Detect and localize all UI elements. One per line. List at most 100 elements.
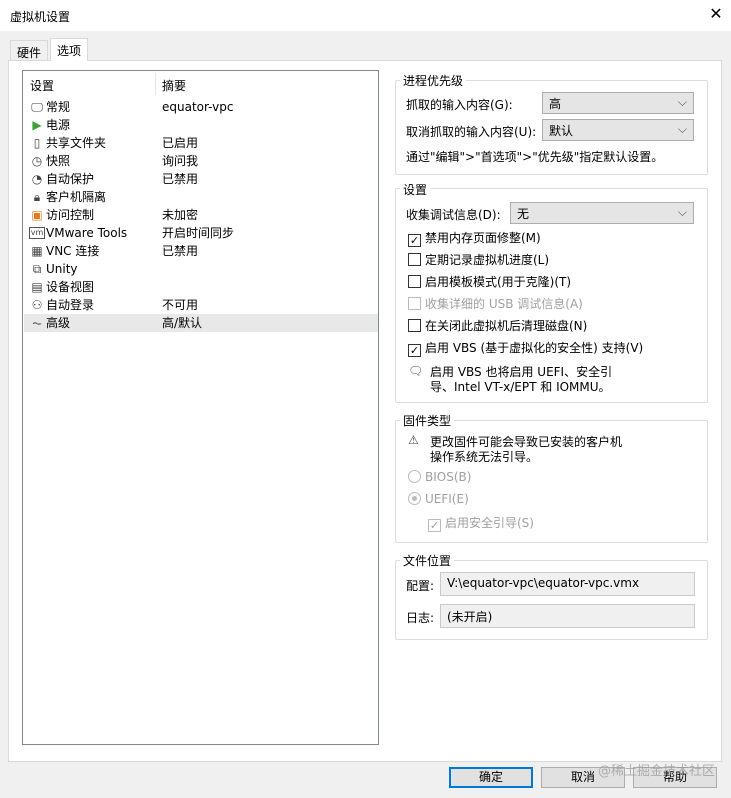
firmware-warning-line2: 操作系统无法引导。: [430, 450, 539, 464]
item-name: 高级: [46, 316, 71, 330]
log-path-field[interactable]: (未开启): [440, 604, 695, 628]
header-settings[interactable]: 设置: [30, 77, 54, 94]
checkbox-icon: [408, 319, 421, 332]
title-bar: 虚拟机设置 ✕: [0, 0, 731, 31]
item-summary: 未加密: [162, 208, 199, 222]
user-key-icon: ⚇: [31, 298, 43, 312]
checkbox-icon: [408, 253, 421, 266]
list-item[interactable]: ▣ 访问控制 未加密: [24, 206, 378, 224]
checkbox-label: 在关闭此虚拟机后清理磁盘(N): [425, 319, 588, 333]
lock-icon: 🔒︎: [33, 190, 41, 204]
list-item[interactable]: 🔒︎ 客户机隔离: [24, 188, 378, 206]
checkbox-icon: ✓: [408, 234, 421, 247]
item-name: 电源: [46, 118, 71, 132]
list-item[interactable]: ◷ 快照 询问我: [24, 152, 378, 170]
grab-label: 抓取的输入内容(G):: [406, 98, 513, 112]
monitor-icon: 🖵: [31, 100, 43, 114]
unity-icon: ⧉: [32, 262, 42, 276]
snapshot-icon: ◷: [31, 154, 43, 168]
chevron-down-icon: ⌵: [677, 95, 687, 109]
list-item[interactable]: ◔ 自动保护 已禁用: [24, 170, 378, 188]
item-summary: 已禁用: [162, 244, 199, 258]
item-summary: 询问我: [162, 154, 199, 168]
item-name: 自动登录: [46, 298, 95, 312]
setting-checkbox[interactable]: ✓ 禁用内存页面修整(M): [408, 229, 541, 247]
item-name: 访问控制: [46, 208, 95, 222]
bios-radio[interactable]: BIOS(B): [408, 468, 471, 486]
item-name: 自动保护: [46, 172, 95, 186]
vbs-info-line2: 导、Intel VT-x/EPT 和 IOMMU。: [430, 380, 611, 394]
item-name: VNC 连接: [46, 244, 100, 258]
chevron-down-icon: ⌵: [677, 122, 687, 136]
list-item[interactable]: ▤ 设备视图: [24, 278, 378, 296]
checkbox-label: 启用模板模式(用于克隆)(T): [425, 275, 572, 289]
priority-note: 通过"编辑">"首选项">"优先级"指定默认设置。: [406, 150, 664, 164]
list-item[interactable]: ▦ VNC 连接 已禁用: [24, 242, 378, 260]
close-icon[interactable]: ✕: [706, 4, 726, 23]
item-name: VMware Tools: [46, 226, 128, 240]
item-summary: equator-vpc: [162, 100, 234, 114]
vm-icon: vm: [29, 227, 45, 239]
checkbox-icon: [408, 275, 421, 288]
access-lock-icon: ▣: [31, 208, 43, 222]
setting-checkbox[interactable]: 定期记录虚拟机进度(L): [408, 251, 549, 269]
checkbox-icon: [408, 297, 421, 310]
list-item[interactable]: 🖵 常规 equator-vpc: [24, 98, 378, 116]
settings-title: 设置: [400, 181, 431, 198]
log-label: 日志:: [406, 611, 435, 625]
grab-select[interactable]: 高 ⌵: [542, 92, 694, 114]
secure-boot-checkbox[interactable]: ✓ 启用安全引导(S): [428, 514, 534, 532]
ungrab-select[interactable]: 默认 ⌵: [542, 119, 694, 141]
checkbox-label: 禁用内存页面修整(M): [425, 231, 541, 245]
item-summary: 已启用: [162, 136, 199, 150]
vnc-icon: ▦: [31, 244, 43, 258]
file-location-title: 文件位置: [400, 552, 455, 569]
item-name: 客户机隔离: [46, 190, 107, 204]
debug-value: 无: [517, 207, 530, 221]
config-label: 配置:: [406, 579, 435, 593]
play-icon: ▶: [32, 118, 42, 132]
list-item[interactable]: ▶ 电源: [24, 116, 378, 134]
checkbox-icon: ✓: [408, 344, 421, 357]
debug-select[interactable]: 无 ⌵: [510, 202, 694, 224]
setting-checkbox[interactable]: 启用模板模式(用于克隆)(T): [408, 273, 571, 291]
item-name: 共享文件夹: [46, 136, 107, 150]
checkbox-label: 定期记录虚拟机进度(L): [425, 253, 550, 267]
settings-list[interactable]: 设置 摘要 🖵 常规 equator-vpc ▶ 电源 ▯ 共享文件夹 已启用 ◷ 快照 询问我 ◔ 自…: [22, 70, 379, 745]
clock-icon: ◔: [31, 172, 43, 186]
config-path-field[interactable]: V:\equator-vpc\equator-vpc.vmx: [440, 572, 695, 596]
watermark: @稀土掘金技术社区: [598, 764, 716, 779]
list-item[interactable]: ▯ 共享文件夹 已启用: [24, 134, 378, 152]
setting-checkbox[interactable]: 收集详细的 USB 调试信息(A): [408, 295, 583, 313]
item-summary: 不可用: [162, 298, 199, 312]
list-item[interactable]: ⧉ Unity: [24, 260, 378, 278]
ungrab-value: 默认: [549, 124, 574, 138]
debug-label: 收集调试信息(D):: [406, 208, 501, 222]
tab-hardware[interactable]: 硬件: [10, 40, 49, 61]
checkbox-label: 收集详细的 USB 调试信息(A): [425, 297, 583, 311]
pulse-icon: ⏦: [32, 316, 42, 330]
tab-options[interactable]: 选项: [50, 38, 89, 61]
item-name: 设备视图: [46, 280, 95, 294]
priority-title: 进程优先级: [400, 72, 467, 89]
firmware-title: 固件类型: [400, 412, 455, 429]
uefi-radio[interactable]: UEFI(E): [408, 490, 469, 508]
chevron-down-icon: ⌵: [677, 205, 687, 219]
item-name: Unity: [46, 262, 78, 276]
header-summary[interactable]: 摘要: [162, 77, 186, 94]
item-name: 常规: [46, 100, 71, 114]
shared-folder-icon: ▯: [33, 136, 41, 150]
info-icon: 🗨: [408, 364, 424, 378]
list-item[interactable]: ⏦ 高级 高/默认: [24, 314, 378, 332]
item-summary: 已禁用: [162, 172, 199, 186]
setting-checkbox[interactable]: 在关闭此虚拟机后清理磁盘(N): [408, 317, 587, 335]
device-view-icon: ▤: [31, 280, 43, 294]
window-title: 虚拟机设置: [10, 10, 71, 24]
grab-value: 高: [549, 97, 562, 111]
list-item[interactable]: ⚇ 自动登录 不可用: [24, 296, 378, 314]
ungrab-label: 取消抓取的输入内容(U):: [406, 125, 537, 139]
setting-checkbox[interactable]: ✓ 启用 VBS (基于虚拟化的安全性) 支持(V): [408, 339, 643, 357]
item-summary: 开启时间同步: [162, 226, 235, 240]
ok-button[interactable]: 确定: [449, 767, 533, 788]
list-item[interactable]: vm VMware Tools 开启时间同步: [24, 224, 378, 242]
